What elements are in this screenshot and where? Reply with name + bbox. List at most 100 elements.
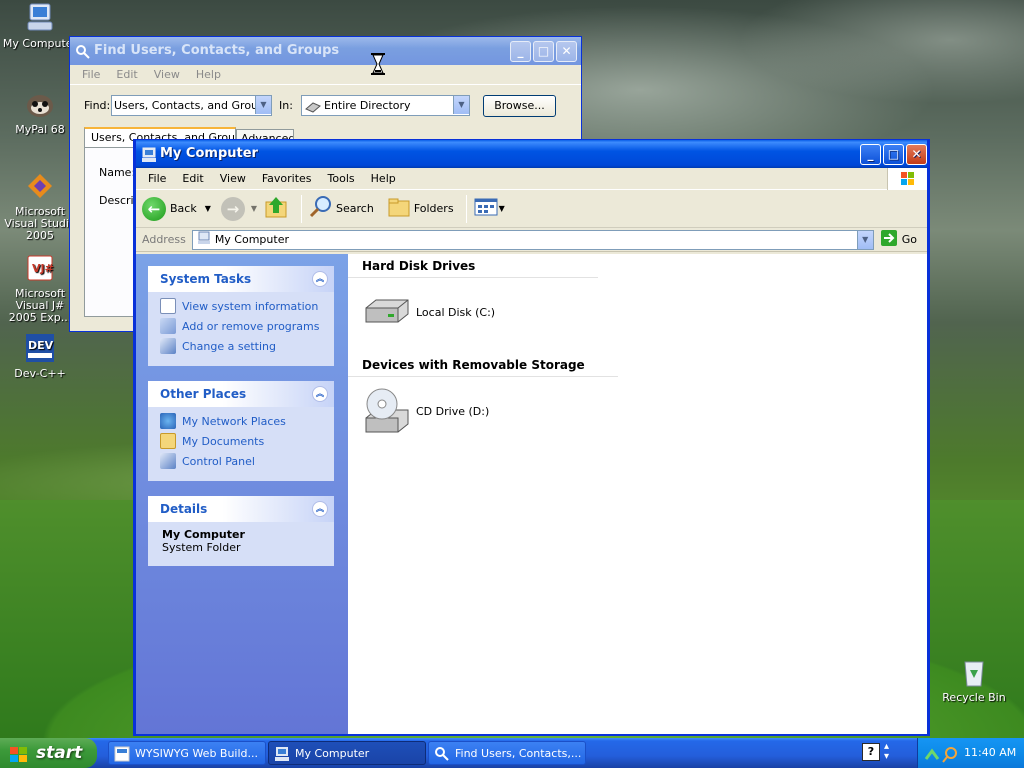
chevron-down-icon[interactable]: ▼ (856, 230, 873, 249)
menu-help[interactable]: Help (363, 172, 404, 185)
find-maximize-button[interactable]: □ (533, 41, 554, 62)
up-folder-button[interactable] (263, 194, 289, 223)
address-label: Address (142, 233, 186, 246)
desktop-icon-my-computer[interactable]: My Computer (0, 2, 80, 50)
explorer-titlebar[interactable]: My Computer _ □ ✕ (136, 140, 927, 168)
menu-tools[interactable]: Tools (320, 172, 363, 185)
drive-local-disk-c[interactable]: Local Disk (C:) (362, 294, 495, 331)
my-computer-icon (274, 746, 290, 764)
drive-cd-d[interactable]: CD Drive (D:) (362, 386, 489, 437)
desktop-icon-recycle-bin[interactable]: Recycle Bin (934, 656, 1014, 704)
explorer-title: My Computer (160, 146, 258, 161)
system-tasks-title: System Tasks (160, 272, 252, 286)
windows-logo-icon (887, 168, 927, 190)
menu-view[interactable]: View (212, 172, 254, 185)
task-pane: System Tasks ︽ View system information Ad… (136, 254, 348, 734)
find-window-title: Find Users, Contacts, and Groups (94, 43, 340, 58)
in-scope-select[interactable]: Entire Directory ▼ (301, 95, 470, 116)
taskbar-button-wysiwyg[interactable]: WYSIWYG Web Build... (108, 741, 266, 765)
in-scope-value: Entire Directory (324, 99, 411, 112)
find-type-select[interactable]: Users, Contacts, and Groups ▼ (111, 95, 272, 116)
explorer-toolbar: ← Back ▼ → ▼ Search Folders ▼ (136, 190, 927, 228)
recycle-bin-icon (958, 656, 990, 688)
details-box: Details ︽ My Computer System Folder (148, 496, 334, 566)
taskbar-button-label: WYSIWYG Web Build... (135, 747, 259, 760)
network-places-icon (160, 413, 176, 429)
cd-drive-icon (362, 386, 412, 437)
folders-label: Folders (413, 202, 454, 215)
desktop-icon-mypal[interactable]: MyPal 68 (0, 88, 80, 136)
chevron-down-icon: ▼ (453, 96, 469, 114)
place-my-network-places[interactable]: My Network Places (148, 411, 334, 431)
place-label: My Network Places (182, 414, 286, 428)
address-input[interactable]: My Computer ▼ (191, 229, 874, 250)
details-header[interactable]: Details ︽ (148, 496, 334, 522)
collapse-icon[interactable]: ︽ (312, 386, 328, 402)
menu-file[interactable]: File (140, 172, 174, 185)
menu-edit[interactable]: Edit (174, 172, 211, 185)
desktop-icon-label: Microsoft Visual J# 2005 Exp... (8, 287, 72, 324)
explorer-menubar: File Edit View Favorites Tools Help (136, 168, 927, 190)
desktop-icon-label: MyPal 68 (15, 123, 65, 136)
menu-favorites[interactable]: Favorites (254, 172, 320, 185)
search-tray-icon[interactable] (942, 745, 958, 768)
search-icon (308, 194, 334, 223)
find-close-button[interactable]: ✕ (556, 41, 577, 62)
task-change-setting[interactable]: Change a setting (148, 336, 334, 356)
hourglass-cursor-icon (370, 53, 386, 78)
toolbar-separator (465, 194, 467, 223)
details-type: System Folder (162, 541, 241, 554)
network-tray-icon[interactable] (924, 745, 940, 768)
desktop-icon-label: Microsoft Visual Studio 2005 (4, 205, 76, 242)
task-label: Change a setting (182, 339, 276, 353)
folders-button[interactable]: Folders (386, 194, 454, 223)
add-remove-icon (160, 318, 176, 334)
clock: 11:40 AM (964, 746, 1017, 759)
desktop-icon-label: My Computer (2, 37, 78, 50)
task-view-system-info[interactable]: View system information (148, 296, 334, 316)
views-icon (473, 196, 499, 221)
start-button[interactable]: start (0, 738, 97, 768)
find-menu-help[interactable]: Help (188, 68, 229, 81)
language-toggle-icon[interactable]: ▴ ▾ (884, 742, 889, 762)
find-menu-file[interactable]: File (74, 68, 108, 81)
start-label: start (36, 743, 83, 763)
place-my-documents[interactable]: My Documents (148, 431, 334, 451)
task-add-remove-programs[interactable]: Add or remove programs (148, 316, 334, 336)
collapse-icon[interactable]: ︽ (312, 271, 328, 287)
desktop-icon-dev-cpp[interactable]: DEV Dev-C++ (0, 332, 80, 380)
desktop-icon-vj[interactable]: VJ# Microsoft Visual J# 2005 Exp... (0, 252, 80, 324)
desktop-icon-visual-studio[interactable]: Microsoft Visual Studio 2005 (0, 170, 80, 242)
help-icon[interactable]: ? (862, 743, 880, 761)
taskbar-button-my-computer[interactable]: My Computer (268, 741, 426, 765)
find-minimize-button[interactable]: _ (510, 41, 531, 62)
explorer-close-button[interactable]: ✕ (906, 144, 927, 165)
other-places-header[interactable]: Other Places ︽ (148, 381, 334, 407)
system-tasks-header[interactable]: System Tasks ︽ (148, 266, 334, 292)
explorer-maximize-button[interactable]: □ (883, 144, 904, 165)
find-menu-view[interactable]: View (146, 68, 188, 81)
views-button[interactable]: ▼ (473, 196, 505, 221)
my-computer-icon (24, 2, 56, 34)
collapse-icon[interactable]: ︽ (312, 501, 328, 517)
browse-button[interactable]: Browse... (483, 95, 556, 117)
task-label: View system information (182, 299, 319, 313)
wysiwyg-app-icon (114, 746, 130, 764)
find-menu-edit[interactable]: Edit (108, 68, 145, 81)
search-button[interactable]: Search (308, 194, 374, 223)
place-control-panel[interactable]: Control Panel (148, 451, 334, 471)
up-folder-icon (263, 194, 289, 223)
find-window-titlebar[interactable]: Find Users, Contacts, and Groups _ □ ✕ (70, 37, 581, 65)
place-label: Control Panel (182, 454, 255, 468)
taskbar-button-label: Find Users, Contacts,... (455, 747, 582, 760)
windows-logo-icon (9, 744, 29, 768)
go-button[interactable]: Go (880, 229, 917, 250)
svg-text:VJ#: VJ# (32, 262, 54, 275)
forward-button[interactable]: → ▼ (220, 196, 257, 221)
back-button[interactable]: ← Back ▼ (142, 196, 211, 221)
chevron-down-icon: ▼ (498, 204, 505, 213)
explorer-minimize-button[interactable]: _ (860, 144, 881, 165)
taskbar-button-label: My Computer (295, 747, 370, 760)
taskbar-button-find-users[interactable]: Find Users, Contacts,... (428, 741, 586, 765)
chevron-down-icon: ▼ (204, 204, 211, 213)
